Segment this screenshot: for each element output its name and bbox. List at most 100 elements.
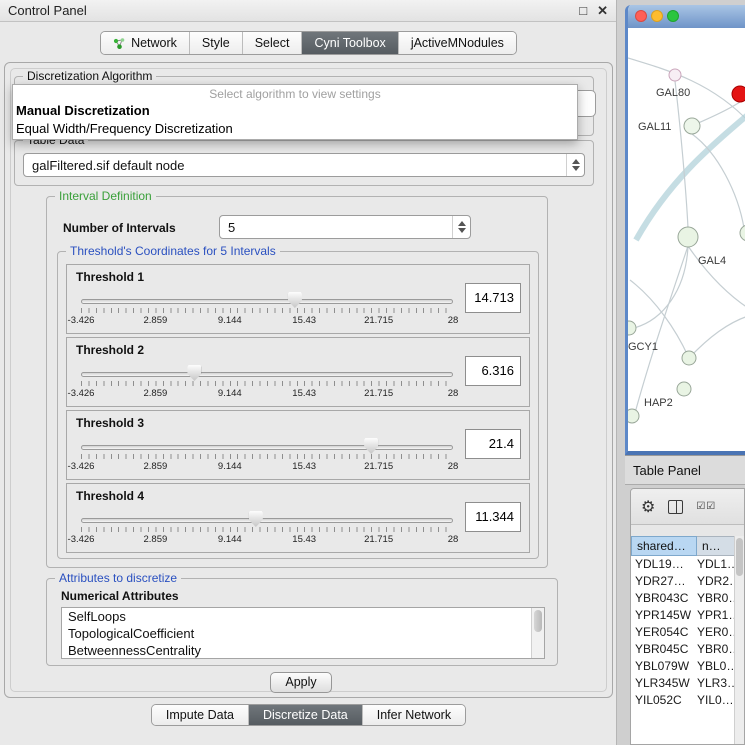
numerical-attributes-list[interactable]: SelfLoops TopologicalCoefficient Between… xyxy=(61,607,545,659)
algorithm-option-equal-width[interactable]: Equal Width/Frequency Discretization xyxy=(13,120,577,138)
tab-network[interactable]: Network xyxy=(101,32,190,54)
scale-label: 15.43 xyxy=(292,388,316,399)
threshold-1-thumb[interactable] xyxy=(288,292,302,308)
network-graph: GAL80 GAL11 GAL4 GCY1 HAP2 xyxy=(628,28,745,451)
scale-label: -3.426 xyxy=(68,534,95,545)
threshold-2-slider[interactable]: -3.426 2.859 9.144 15.43 21.715 28 xyxy=(81,364,453,402)
scale-label: -3.426 xyxy=(68,388,95,399)
scale-label: 21.715 xyxy=(364,534,393,545)
combo-stepper-icon[interactable] xyxy=(566,154,584,176)
mac-minimize-icon[interactable] xyxy=(651,10,663,22)
algorithm-placeholder: Select algorithm to view settings xyxy=(13,85,577,102)
node[interactable] xyxy=(678,227,698,247)
scale-label: 21.715 xyxy=(364,315,393,326)
scale-label: 28 xyxy=(448,534,459,545)
threshold-4-slider[interactable]: -3.426 2.859 9.144 15.43 21.715 28 xyxy=(81,510,453,548)
node[interactable] xyxy=(669,69,681,81)
algorithm-option-manual[interactable]: Manual Discretization xyxy=(13,102,577,120)
tab-style[interactable]: Style xyxy=(190,32,243,54)
tab-impute-data-label: Impute Data xyxy=(166,708,234,722)
table-scrollbar[interactable] xyxy=(734,536,744,744)
tab-jactivemnodules[interactable]: jActiveMNodules xyxy=(399,32,516,54)
attributes-list-scrollbar[interactable] xyxy=(531,608,544,658)
intervals-stepper-icon[interactable] xyxy=(452,216,470,238)
threshold-2-thumb[interactable] xyxy=(187,365,201,381)
number-of-intervals-combobox[interactable]: 5 xyxy=(219,215,471,239)
cell: YER0… xyxy=(693,624,736,641)
scale-label: -3.426 xyxy=(68,315,95,326)
table-row[interactable]: YER054C YER0… xyxy=(631,624,736,641)
close-icon[interactable]: ✕ xyxy=(597,3,608,19)
interval-definition-group: Interval Definition Number of Intervals … xyxy=(46,196,548,568)
gear-icon[interactable]: ⚙ xyxy=(641,497,655,517)
threshold-4-value-field[interactable]: 11.344 xyxy=(465,502,521,532)
cell: YDR2… xyxy=(693,573,736,590)
threshold-2-value-field[interactable]: 6.316 xyxy=(465,356,521,386)
tab-cyni-toolbox-label: Cyni Toolbox xyxy=(314,36,385,50)
table-data-combobox[interactable]: galFiltered.sif default node xyxy=(23,153,585,177)
threshold-2-track[interactable] xyxy=(81,372,453,377)
table-row[interactable]: YBR043C YBR0… xyxy=(631,590,736,607)
interval-definition-title: Interval Definition xyxy=(55,189,156,203)
threshold-1-track[interactable] xyxy=(81,299,453,304)
column-header-shared-name[interactable]: shared… xyxy=(631,536,697,556)
table-row[interactable]: YBR045C YBR0… xyxy=(631,641,736,658)
threshold-3-panel: Threshold 3 -3.426 2.859 9.144 15.43 21.… xyxy=(66,410,530,480)
cell: YBR0… xyxy=(693,590,736,607)
cell: YER054C xyxy=(631,624,693,641)
network-window-titlebar[interactable] xyxy=(628,5,745,28)
table-row[interactable]: YIL052C YIL0… xyxy=(631,692,736,709)
table-row[interactable]: YDL19… YDL1… xyxy=(631,556,736,573)
scale-label: 9.144 xyxy=(218,388,242,399)
table-row[interactable]: YBL079W YBL0… xyxy=(631,658,736,675)
threshold-4-ticks xyxy=(81,527,453,532)
threshold-4-thumb[interactable] xyxy=(249,511,263,527)
threshold-3-scale: -3.426 2.859 9.144 15.43 21.715 28 xyxy=(81,461,453,473)
table-row[interactable]: YDR27… YDR2… xyxy=(631,573,736,590)
threshold-1-value-field[interactable]: 14.713 xyxy=(465,283,521,313)
network-icon xyxy=(113,37,126,50)
network-canvas[interactable]: GAL80 GAL11 GAL4 GCY1 HAP2 xyxy=(628,28,745,451)
table-row[interactable]: YLR345W YLR3… xyxy=(631,675,736,692)
float-window-icon[interactable]: □ xyxy=(579,3,587,19)
table-header-row: shared… n… xyxy=(631,536,744,556)
algorithm-dropdown-popup: Select algorithm to view settings Manual… xyxy=(12,84,578,140)
apply-button[interactable]: Apply xyxy=(270,672,332,693)
tab-impute-data[interactable]: Impute Data xyxy=(152,705,249,725)
list-item[interactable]: SelfLoops xyxy=(62,608,544,625)
tab-infer-network[interactable]: Infer Network xyxy=(363,705,465,725)
threshold-1-slider[interactable]: -3.426 2.859 9.144 15.43 21.715 28 xyxy=(81,291,453,329)
scale-label: 15.43 xyxy=(292,461,316,472)
checkbox-icons[interactable]: ☑☑ xyxy=(696,501,716,512)
node[interactable] xyxy=(682,351,696,365)
tab-select-label: Select xyxy=(255,36,290,50)
mac-zoom-icon[interactable] xyxy=(667,10,679,22)
node[interactable] xyxy=(628,321,636,335)
thresholds-group: Threshold's Coordinates for 5 Intervals … xyxy=(57,251,539,559)
node-selected-red[interactable] xyxy=(732,86,745,102)
list-item[interactable]: TopologicalCoefficient xyxy=(62,625,544,642)
control-panel-window: Control Panel □ ✕ Network xyxy=(0,0,617,745)
node[interactable] xyxy=(684,118,700,134)
table-data-group: Table Data galFiltered.sif default node xyxy=(14,140,594,186)
mac-close-icon[interactable] xyxy=(635,10,647,22)
tab-cyni-toolbox[interactable]: Cyni Toolbox xyxy=(302,32,398,54)
tab-select[interactable]: Select xyxy=(243,32,303,54)
table-row[interactable]: YPR145W YPR1… xyxy=(631,607,736,624)
threshold-3-slider[interactable]: -3.426 2.859 9.144 15.43 21.715 28 xyxy=(81,437,453,475)
algorithm-group-title: Discretization Algorithm xyxy=(23,69,156,83)
table-panel-header: Table Panel xyxy=(625,455,745,485)
threshold-3-value-field[interactable]: 21.4 xyxy=(465,429,521,459)
threshold-3-track[interactable] xyxy=(81,445,453,450)
node-label: HAP2 xyxy=(644,397,673,409)
columns-icon[interactable] xyxy=(668,500,683,514)
threshold-4-track[interactable] xyxy=(81,518,453,523)
threshold-3-thumb[interactable] xyxy=(364,438,378,454)
tab-discretize-data[interactable]: Discretize Data xyxy=(249,705,363,725)
control-panel-titlebar[interactable]: Control Panel □ ✕ xyxy=(0,0,616,22)
node[interactable] xyxy=(740,225,745,241)
node[interactable] xyxy=(677,382,691,396)
list-item[interactable]: BetweennessCentrality xyxy=(62,642,544,659)
table-body[interactable]: YDL19… YDL1… YDR27… YDR2… YBR043C YBR0… … xyxy=(631,556,736,744)
node[interactable] xyxy=(628,409,639,423)
